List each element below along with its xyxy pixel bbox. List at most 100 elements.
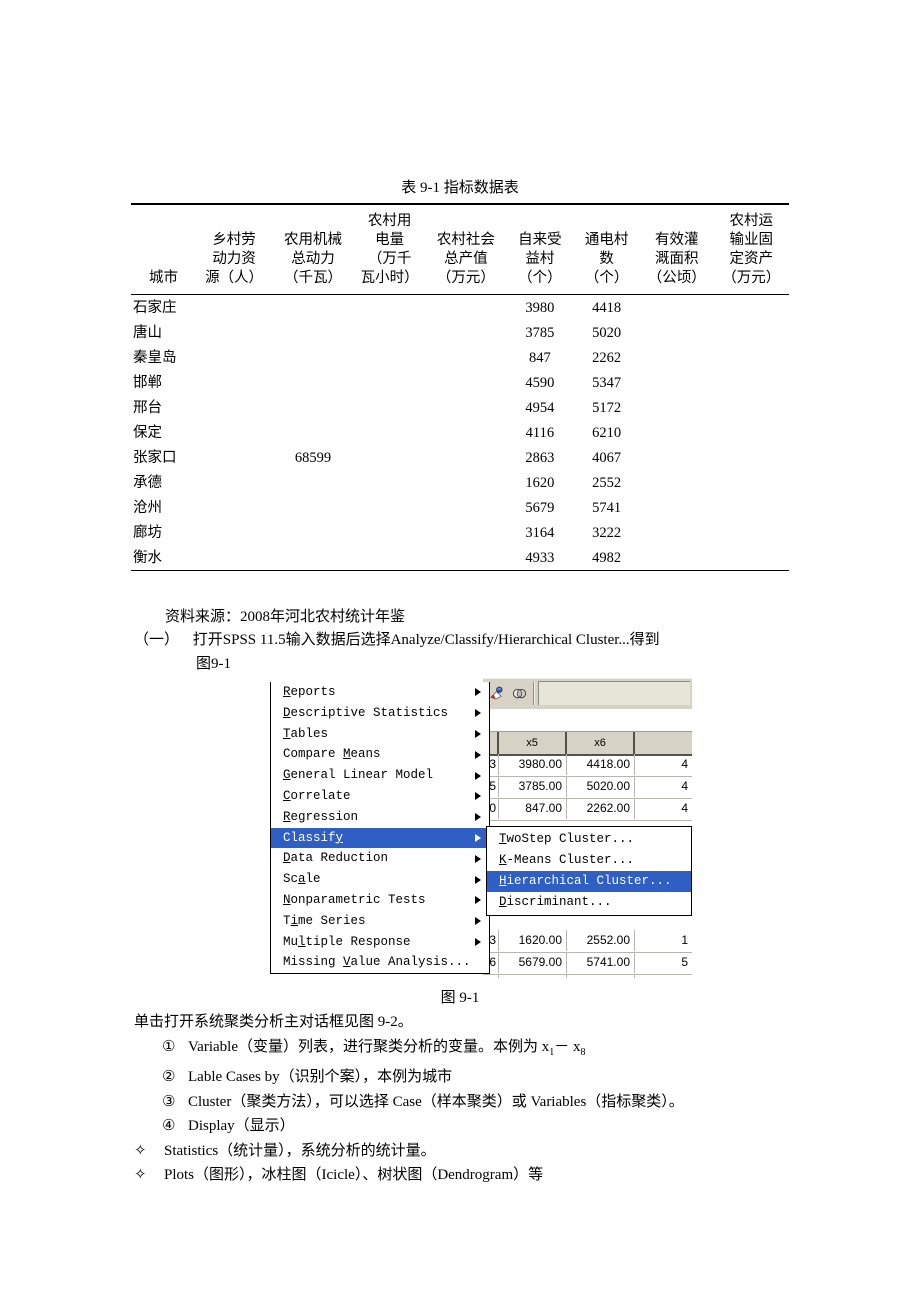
grid-cell-rownum[interactable]: 6 — [483, 974, 499, 978]
menu-item-label: Correlate — [283, 788, 351, 803]
menu-item-label: Missing Value Analysis... — [283, 955, 471, 970]
grid-cell-x5[interactable]: 1620.00 — [499, 930, 567, 951]
submenu-item-twostep-cluster[interactable]: TwoStep Cluster... — [487, 829, 691, 850]
grid-row[interactable]: 6 3164.00 3222.00 2 — [483, 974, 692, 978]
cell-city: 廊坊 — [133, 524, 162, 541]
analyze-menu[interactable]: Reports Descriptive Statistics Tables Co… — [270, 682, 490, 975]
table-row: 沧州 5679 5741 — [131, 495, 789, 520]
menu-item-nonparametric-tests[interactable]: Nonparametric Tests — [271, 890, 489, 911]
cell-electrified-villages: 5020 — [592, 324, 622, 341]
menu-item-label: Data Reduction — [283, 851, 389, 866]
grid-cell-x7[interactable]: 4 — [635, 776, 692, 797]
header-line: （万元） — [436, 270, 495, 286]
grid-cell-x6[interactable]: 3222.00 — [567, 974, 635, 978]
grid-row[interactable]: 3 3980.00 4418.00 4 — [483, 754, 692, 777]
grid-cell-x7[interactable]: 2 — [635, 974, 692, 978]
menu-item-time-series[interactable]: Time Series — [271, 911, 489, 932]
tail-marker: ① — [162, 1038, 176, 1055]
menu-item-label: General Linear Model — [283, 768, 434, 783]
cell-tapwater-villages: 4954 — [525, 399, 555, 416]
menu-item-compare-means[interactable]: Compare Means — [271, 744, 489, 765]
submenu-item-discriminant[interactable]: Discriminant... — [487, 892, 691, 913]
classify-submenu[interactable]: TwoStep Cluster... K-Means Cluster... Hi… — [486, 826, 692, 916]
tail-bullet-text: Statistics（统计量），系统分析的统计量。 — [164, 1142, 436, 1159]
cell-machinery-power — [272, 545, 354, 571]
grid-cell-x6[interactable]: 4418.00 — [567, 754, 635, 775]
chevron-right-icon — [475, 792, 481, 801]
cell-total-output — [425, 345, 506, 370]
grid-cell-x7[interactable]: 4 — [635, 754, 692, 775]
grid-col-header-x7[interactable] — [635, 732, 692, 754]
grid-cell-x6[interactable]: 2262.00 — [567, 798, 635, 819]
grid-col-header-x5[interactable]: x5 — [499, 732, 567, 754]
header-line: 自来受 — [518, 232, 562, 248]
menu-item-regression[interactable]: Regression — [271, 807, 489, 828]
cell-rural-labor — [196, 320, 272, 345]
cell-electricity — [354, 345, 426, 370]
grid-row[interactable]: 5 3785.00 5020.00 4 — [483, 776, 692, 799]
grid-cell-x7[interactable]: 1 — [635, 930, 692, 951]
grid-cell-x7[interactable]: 5 — [635, 952, 692, 973]
menu-item-label: Compare Means — [283, 747, 381, 762]
submenu-item-kmeans-cluster[interactable]: K-Means Cluster... — [487, 850, 691, 871]
tail-bullet-text: Plots（图形），冰柱图（Icicle）、树状图（Dendrogram）等 — [164, 1167, 544, 1183]
grid-cell-x5[interactable]: 5679.00 — [499, 952, 567, 973]
grid-cell-x6[interactable]: 5741.00 — [567, 952, 635, 973]
menu-item-data-reduction[interactable]: Data Reduction — [271, 848, 489, 869]
menu-item-reports[interactable]: Reports — [271, 682, 489, 703]
submenu-item-hierarchical-cluster[interactable]: Hierarchical Cluster... — [487, 871, 691, 892]
grid-cell-x5[interactable]: 847.00 — [499, 798, 567, 819]
menu-item-general-linear-model[interactable]: General Linear Model — [271, 765, 489, 786]
grid-row[interactable]: 0 847.00 2262.00 4 — [483, 798, 692, 821]
indicator-data-table: 城市 乡村劳 动力资 源（人） 农用机械 总动力 （千瓦） 农村用 电量 （万千… — [131, 203, 789, 571]
split-file-icon[interactable] — [509, 683, 530, 704]
grid-cell-x5[interactable]: 3785.00 — [499, 776, 567, 797]
cell-rural-labor — [196, 445, 272, 470]
cell-rural-labor — [196, 395, 272, 420]
header-line: 城市 — [148, 270, 178, 286]
menu-item-classify[interactable]: Classify — [271, 827, 489, 849]
table-body: 石家庄 3980 4418 唐山 3785 5020 秦皇岛 847 2262 … — [131, 294, 789, 571]
cell-city: 邯郸 — [133, 374, 162, 391]
step-one-continuation: 图9-1 — [196, 656, 231, 672]
menu-item-descriptive-statistics[interactable]: Descriptive Statistics — [271, 703, 489, 724]
cell-total-output — [425, 545, 507, 571]
cell-city: 承德 — [133, 474, 162, 491]
cell-transport-assets — [713, 345, 789, 370]
cell-irrigated-area — [640, 470, 714, 495]
grid-cell-x6[interactable]: 5020.00 — [567, 776, 635, 797]
tail-marker: ④ — [162, 1118, 176, 1134]
header-line: 总动力 — [291, 251, 335, 267]
submenu-item-label: Discriminant... — [499, 895, 612, 909]
table-row: 承德 1620 2552 — [131, 470, 789, 495]
table-row: 邯郸 4590 5347 — [131, 370, 789, 395]
grid-row[interactable]: 3 1620.00 2552.00 1 — [483, 930, 692, 953]
grid-row[interactable]: 6 5679.00 5741.00 5 — [483, 952, 692, 975]
grid-cell-x7[interactable]: 4 — [635, 798, 692, 819]
header-line: 益村 — [525, 251, 555, 267]
grid-col-header-x6[interactable]: x6 — [567, 732, 635, 754]
menu-item-tables[interactable]: Tables — [271, 724, 489, 745]
grid-cell-x6[interactable]: 2552.00 — [567, 930, 635, 951]
cell-electricity — [354, 320, 426, 345]
menu-item-scale[interactable]: Scale — [271, 869, 489, 890]
cell-total-output — [425, 370, 506, 395]
cell-machinery-power — [272, 520, 354, 545]
cell-irrigated-area — [640, 520, 714, 545]
header-line: （千瓦） — [283, 270, 342, 286]
menu-item-correlate[interactable]: Correlate — [271, 786, 489, 807]
tail-item-dash: － x — [554, 1038, 581, 1055]
cell-electrified-villages: 5172 — [592, 399, 622, 416]
cell-machinery-power — [272, 395, 354, 420]
cell-city: 张家口 — [133, 449, 177, 466]
cell-machinery-power — [272, 495, 354, 520]
menu-item-multiple-response[interactable]: Multiple Response — [271, 932, 489, 953]
menu-item-missing-value-analysis[interactable]: Missing Value Analysis... — [271, 952, 489, 973]
spss-screenshot: x5 x6 3 3980.00 4418.00 4 5 3785.00 5020… — [270, 678, 692, 978]
cell-transport-assets — [713, 294, 789, 320]
cell-rural-labor — [195, 545, 273, 571]
grid-cell-x5[interactable]: 3164.00 — [499, 974, 567, 978]
grid-cell-x5[interactable]: 3980.00 — [499, 754, 567, 775]
table-caption: 表 9-1 指标数据表 — [401, 180, 519, 196]
menu-item-label: Classify — [283, 830, 344, 845]
